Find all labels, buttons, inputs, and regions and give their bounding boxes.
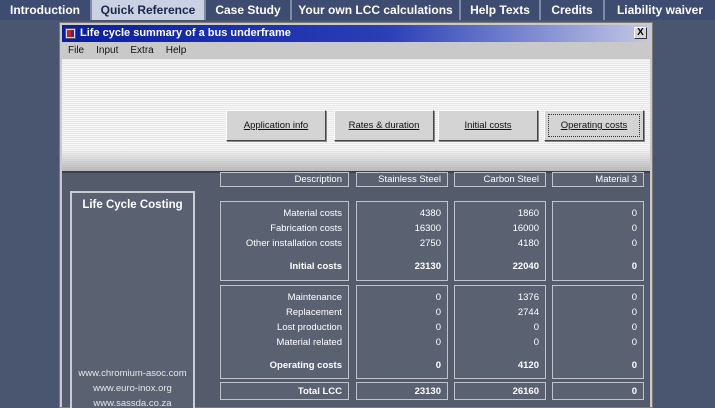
tab-credits[interactable]: Credits	[541, 0, 605, 20]
rates-duration-button[interactable]: Rates & duration	[334, 110, 434, 141]
initial-costs-carbon: 1860 16000 4180 22040	[454, 201, 546, 281]
link-chromium[interactable]: www.chromium-asoc.com	[72, 366, 193, 381]
material-related-label: Material related	[276, 337, 342, 348]
app-icon	[65, 28, 76, 39]
fabrication-costs-label: Fabrication costs	[270, 223, 342, 234]
initial-costs-stainless: 4380 16300 2750 23130	[356, 201, 448, 281]
header-material-3: Material 3	[552, 172, 644, 187]
tab-help-texts[interactable]: Help Texts	[461, 0, 541, 20]
window-titlebar: Life cycle summary of a bus underframe X	[62, 25, 650, 42]
site-nav: Introduction Quick Reference Case Study …	[0, 0, 715, 20]
operating-costs-carbon: 1376 2744 0 0 4120	[454, 285, 546, 379]
replacement-label: Replacement	[286, 307, 342, 318]
initial-costs-total-label: Initial costs	[289, 261, 342, 272]
menu-help[interactable]: Help	[160, 43, 193, 58]
close-button[interactable]: X	[634, 27, 647, 39]
total-lcc-label: Total LCC	[297, 386, 342, 397]
lost-production-label: Lost production	[277, 322, 342, 333]
menu-file[interactable]: File	[62, 43, 90, 58]
rates-duration-label: Rates & duration	[348, 120, 420, 131]
link-euro-inox[interactable]: www.euro-inox.org	[72, 381, 193, 396]
total-lcc-stainless: 23130	[356, 382, 448, 400]
operating-costs-material3: 0 0 0 0 0	[552, 285, 644, 379]
menu-input[interactable]: Input	[90, 43, 124, 58]
operating-costs-button[interactable]: Operating costs	[544, 110, 644, 141]
lcc-sidebar: Life Cycle Costing www.chromium-asoc.com…	[70, 191, 195, 408]
link-sassda[interactable]: www.sassda.co.za	[72, 396, 193, 408]
header-carbon-steel: Carbon Steel	[454, 172, 546, 187]
tab-own-lcc-calculations[interactable]: Your own LCC calculations	[292, 0, 461, 20]
sidebar-links: www.chromium-asoc.com www.euro-inox.org …	[72, 366, 193, 408]
menu-extra[interactable]: Extra	[124, 43, 159, 58]
initial-costs-button[interactable]: Initial costs	[438, 110, 538, 141]
tab-introduction[interactable]: Introduction	[0, 0, 92, 20]
material-costs-label: Material costs	[283, 208, 342, 219]
operating-costs-labels: Maintenance Replacement Lost production …	[220, 285, 349, 379]
header-stainless-steel: Stainless Steel	[356, 172, 448, 187]
maintenance-label: Maintenance	[287, 292, 342, 303]
operating-costs-label: Operating costs	[560, 120, 628, 131]
tab-case-study[interactable]: Case Study	[206, 0, 292, 20]
total-lcc-label-cell: Total LCC	[220, 382, 349, 400]
application-info-label: Application info	[243, 120, 309, 131]
tab-quick-reference[interactable]: Quick Reference	[92, 0, 206, 20]
total-lcc-material3: 0	[552, 382, 644, 400]
lcc-window: Life cycle summary of a bus underframe X…	[59, 22, 653, 408]
total-lcc-carbon: 26160	[454, 382, 546, 400]
tab-liability-waiver[interactable]: Liability waiver	[605, 0, 715, 20]
sidebar-heading: Life Cycle Costing	[82, 199, 183, 211]
header-description: Description	[220, 172, 349, 187]
initial-costs-label: Initial costs	[464, 120, 512, 131]
application-info-button[interactable]: Application info	[226, 110, 326, 141]
button-panel: Application info Rates & duration Initia…	[62, 59, 650, 171]
initial-costs-material3: 0 0 0 0	[552, 201, 644, 281]
other-installation-costs-label: Other installation costs	[245, 238, 342, 249]
initial-costs-labels: Material costs Fabrication costs Other i…	[220, 201, 349, 281]
menu-bar: File Input Extra Help	[62, 43, 650, 58]
operating-costs-stainless: 0 0 0 0 0	[356, 285, 448, 379]
operating-costs-total-label: Operating costs	[269, 360, 342, 371]
window-title: Life cycle summary of a bus underframe	[80, 27, 291, 39]
